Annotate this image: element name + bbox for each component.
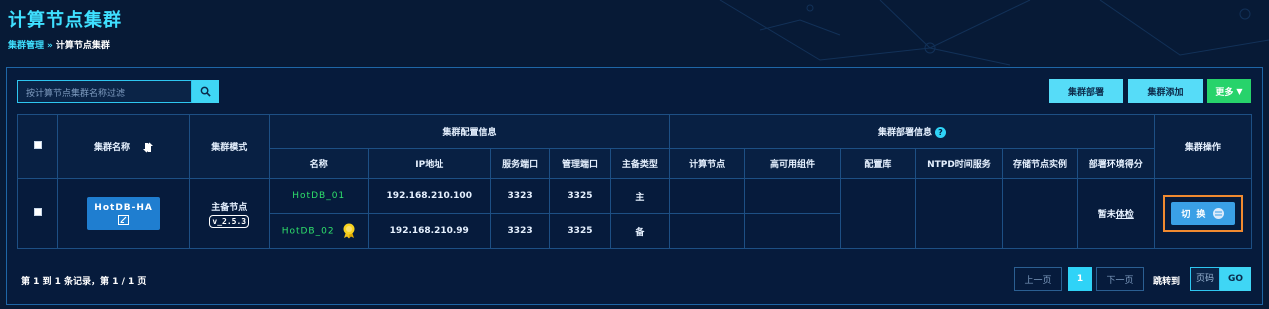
compute-node-cell	[669, 213, 746, 249]
node-role-cell: 主	[609, 178, 671, 214]
sort-icon[interactable]	[143, 142, 154, 153]
search-button[interactable]	[192, 80, 219, 103]
caret-down-icon: ▼	[1236, 86, 1243, 96]
header-cluster-name: 集群名称	[57, 114, 190, 179]
switch-highlight-box: 切换	[1162, 195, 1243, 232]
header-deploy-group-label: 集群部署信息	[877, 128, 932, 138]
switch-button[interactable]: 切换	[1170, 202, 1235, 225]
more-dropdown-button[interactable]: 更多 ▼	[1207, 79, 1251, 103]
header-ntpd-service: NTPD时间服务	[914, 148, 1004, 179]
score-status-text: 暂未	[1097, 210, 1116, 220]
search-box	[17, 80, 192, 105]
cluster-add-button[interactable]: 集群添加	[1128, 79, 1203, 103]
header-config-db: 配置库	[839, 148, 916, 179]
node-name[interactable]: HotDB_02	[282, 227, 335, 237]
cluster-ops-cell: 切换	[1153, 178, 1253, 249]
ntpd-service-cell	[914, 178, 1004, 249]
header-node-name: 名称	[268, 148, 369, 179]
header-ha-component: 高可用组件	[744, 148, 841, 179]
page-title: 计算节点集群	[8, 10, 122, 31]
row-checkbox[interactable]	[33, 208, 42, 216]
header-ip-address: IP地址	[367, 148, 491, 179]
cluster-mode-text: 主备节点	[211, 202, 248, 213]
header-storage-instance: 存储节点实例	[1002, 148, 1078, 179]
storage-instance-cell	[1002, 178, 1078, 249]
next-page-button[interactable]: 下一页	[1096, 267, 1144, 291]
header-role-type: 主备类型	[609, 148, 671, 179]
node-name[interactable]: HotDB_01	[292, 191, 345, 201]
compute-node-cell	[669, 178, 746, 214]
more-label: 更多	[1215, 87, 1234, 98]
cluster-name-button[interactable]: HotDB-HA	[87, 197, 161, 230]
cluster-panel: 集群部署 集群添加 更多▼ 集群名称 集群模式 集群配置信息	[6, 67, 1263, 305]
version-tag: v_2.5.3	[209, 214, 250, 228]
node-service-port-cell: 3323	[489, 178, 551, 214]
health-check-link[interactable]: 体检	[1116, 210, 1134, 220]
page-number-current[interactable]: 1	[1068, 267, 1092, 291]
search-input[interactable]	[18, 83, 191, 105]
node-name-cell: HotDB_01	[268, 178, 369, 214]
cluster-table: 集群名称 集群模式 集群配置信息 集群部署信息? 集群操作 名称 IP地址 服务…	[16, 114, 1253, 249]
ha-component-cell	[744, 213, 841, 249]
header-cluster-ops: 集群操作	[1153, 114, 1253, 179]
header-select-all	[16, 114, 59, 179]
search-icon	[200, 86, 211, 97]
pagination-info: 第 1 到 1 条记录，第 1 / 1 页	[21, 277, 147, 287]
header-deploy-group: 集群部署信息?	[669, 114, 1155, 149]
go-button[interactable]: GO	[1220, 267, 1251, 291]
prev-page-button[interactable]: 上一页	[1014, 267, 1062, 291]
breadcrumb: 集群管理» 计算节点集群	[8, 38, 110, 51]
node-manage-port-cell: 3325	[549, 213, 611, 249]
row-select-cell	[16, 178, 59, 249]
header-cluster-mode: 集群模式	[188, 114, 270, 179]
header-manage-port: 管理端口	[549, 148, 611, 179]
breadcrumb-separator: »	[47, 41, 53, 51]
award-badge-icon	[343, 223, 355, 239]
cluster-name-cell: HotDB-HA	[57, 178, 190, 249]
switch-label: 切换	[1181, 210, 1212, 220]
jump-label: 跳转到	[1153, 277, 1181, 287]
ha-component-cell	[744, 178, 841, 214]
cluster-name-label: HotDB-HA	[94, 202, 153, 213]
breadcrumb-current: 计算节点集群	[55, 41, 110, 51]
header-deploy-score: 部署环境得分	[1076, 148, 1155, 179]
deploy-score-cell: 暂未体检	[1076, 178, 1155, 249]
node-manage-port-cell: 3325	[549, 178, 611, 214]
cluster-mode-cell: 主备节点 v_2.5.3	[188, 178, 270, 249]
node-name-cell: HotDB_02	[268, 213, 369, 249]
node-ip-cell: 192.168.210.100	[367, 178, 491, 214]
node-service-port-cell: 3323	[489, 213, 551, 249]
table-row: HotDB-HA 主备节点 v_2.5.3 HotDB_01 192.168.2…	[16, 178, 1253, 249]
edit-icon	[118, 214, 130, 225]
help-icon[interactable]: ?	[934, 127, 946, 138]
node-role-cell: 备	[609, 213, 671, 249]
header-service-port: 服务端口	[489, 148, 551, 179]
more-options-icon[interactable]	[1213, 208, 1225, 219]
breadcrumb-link-cluster-management[interactable]: 集群管理	[8, 41, 44, 51]
page-jump-input[interactable]	[1190, 267, 1220, 291]
cluster-deploy-button[interactable]: 集群部署	[1049, 79, 1123, 103]
config-db-cell	[839, 178, 916, 249]
header-config-group: 集群配置信息	[268, 114, 671, 149]
header-cluster-name-label: 集群名称	[94, 143, 131, 153]
select-all-checkbox[interactable]	[33, 141, 42, 149]
header-compute-node: 计算节点	[669, 148, 746, 179]
node-ip-cell: 192.168.210.99	[367, 213, 491, 249]
